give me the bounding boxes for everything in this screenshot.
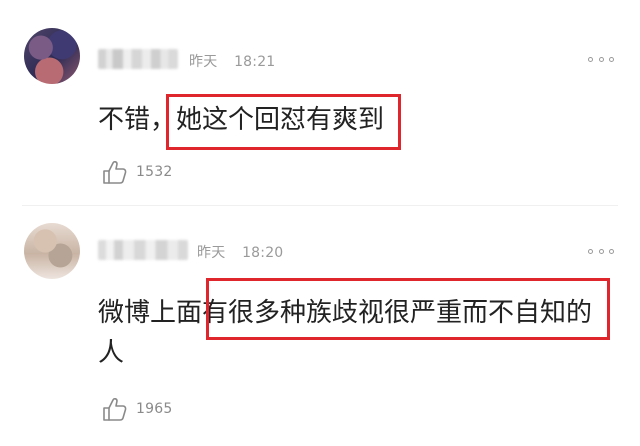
- like-button[interactable]: 1532: [100, 157, 172, 187]
- thumbs-up-icon: [103, 160, 127, 184]
- avatar[interactable]: [24, 28, 80, 84]
- thumbs-up-icon: [103, 397, 127, 421]
- date-label: 昨天: [189, 54, 218, 70]
- date-label: 昨天: [197, 245, 226, 261]
- like-count: 1532: [136, 164, 173, 180]
- comment-text-prefix: 不错，: [98, 105, 177, 135]
- like-count: 1965: [136, 401, 173, 417]
- comment-text-prefix: 微博上面: [98, 298, 203, 328]
- highlight-box: [166, 94, 401, 150]
- comment-item: 昨天 18:20 微博上面有很多种族歧视很严重而不自知的 人 1965: [0, 205, 640, 446]
- username-blurred[interactable]: [98, 49, 178, 69]
- like-button[interactable]: 1965: [100, 394, 172, 424]
- top-strip: [0, 0, 640, 10]
- time-label: 18:20: [242, 245, 284, 261]
- comment-meta: 昨天 18:20: [197, 242, 283, 262]
- username-blurred[interactable]: [98, 240, 188, 260]
- more-dots-icon[interactable]: [588, 54, 614, 64]
- time-label: 18:21: [234, 54, 276, 70]
- avatar[interactable]: [24, 223, 80, 279]
- comment-text-line2: 人: [98, 338, 125, 368]
- comment-meta: 昨天 18:21: [189, 51, 275, 71]
- highlight-box: [206, 278, 610, 340]
- more-dots-icon[interactable]: [588, 246, 614, 256]
- comment-item: 昨天 18:21 不错，她这个回怼有爽到 1532: [0, 10, 640, 205]
